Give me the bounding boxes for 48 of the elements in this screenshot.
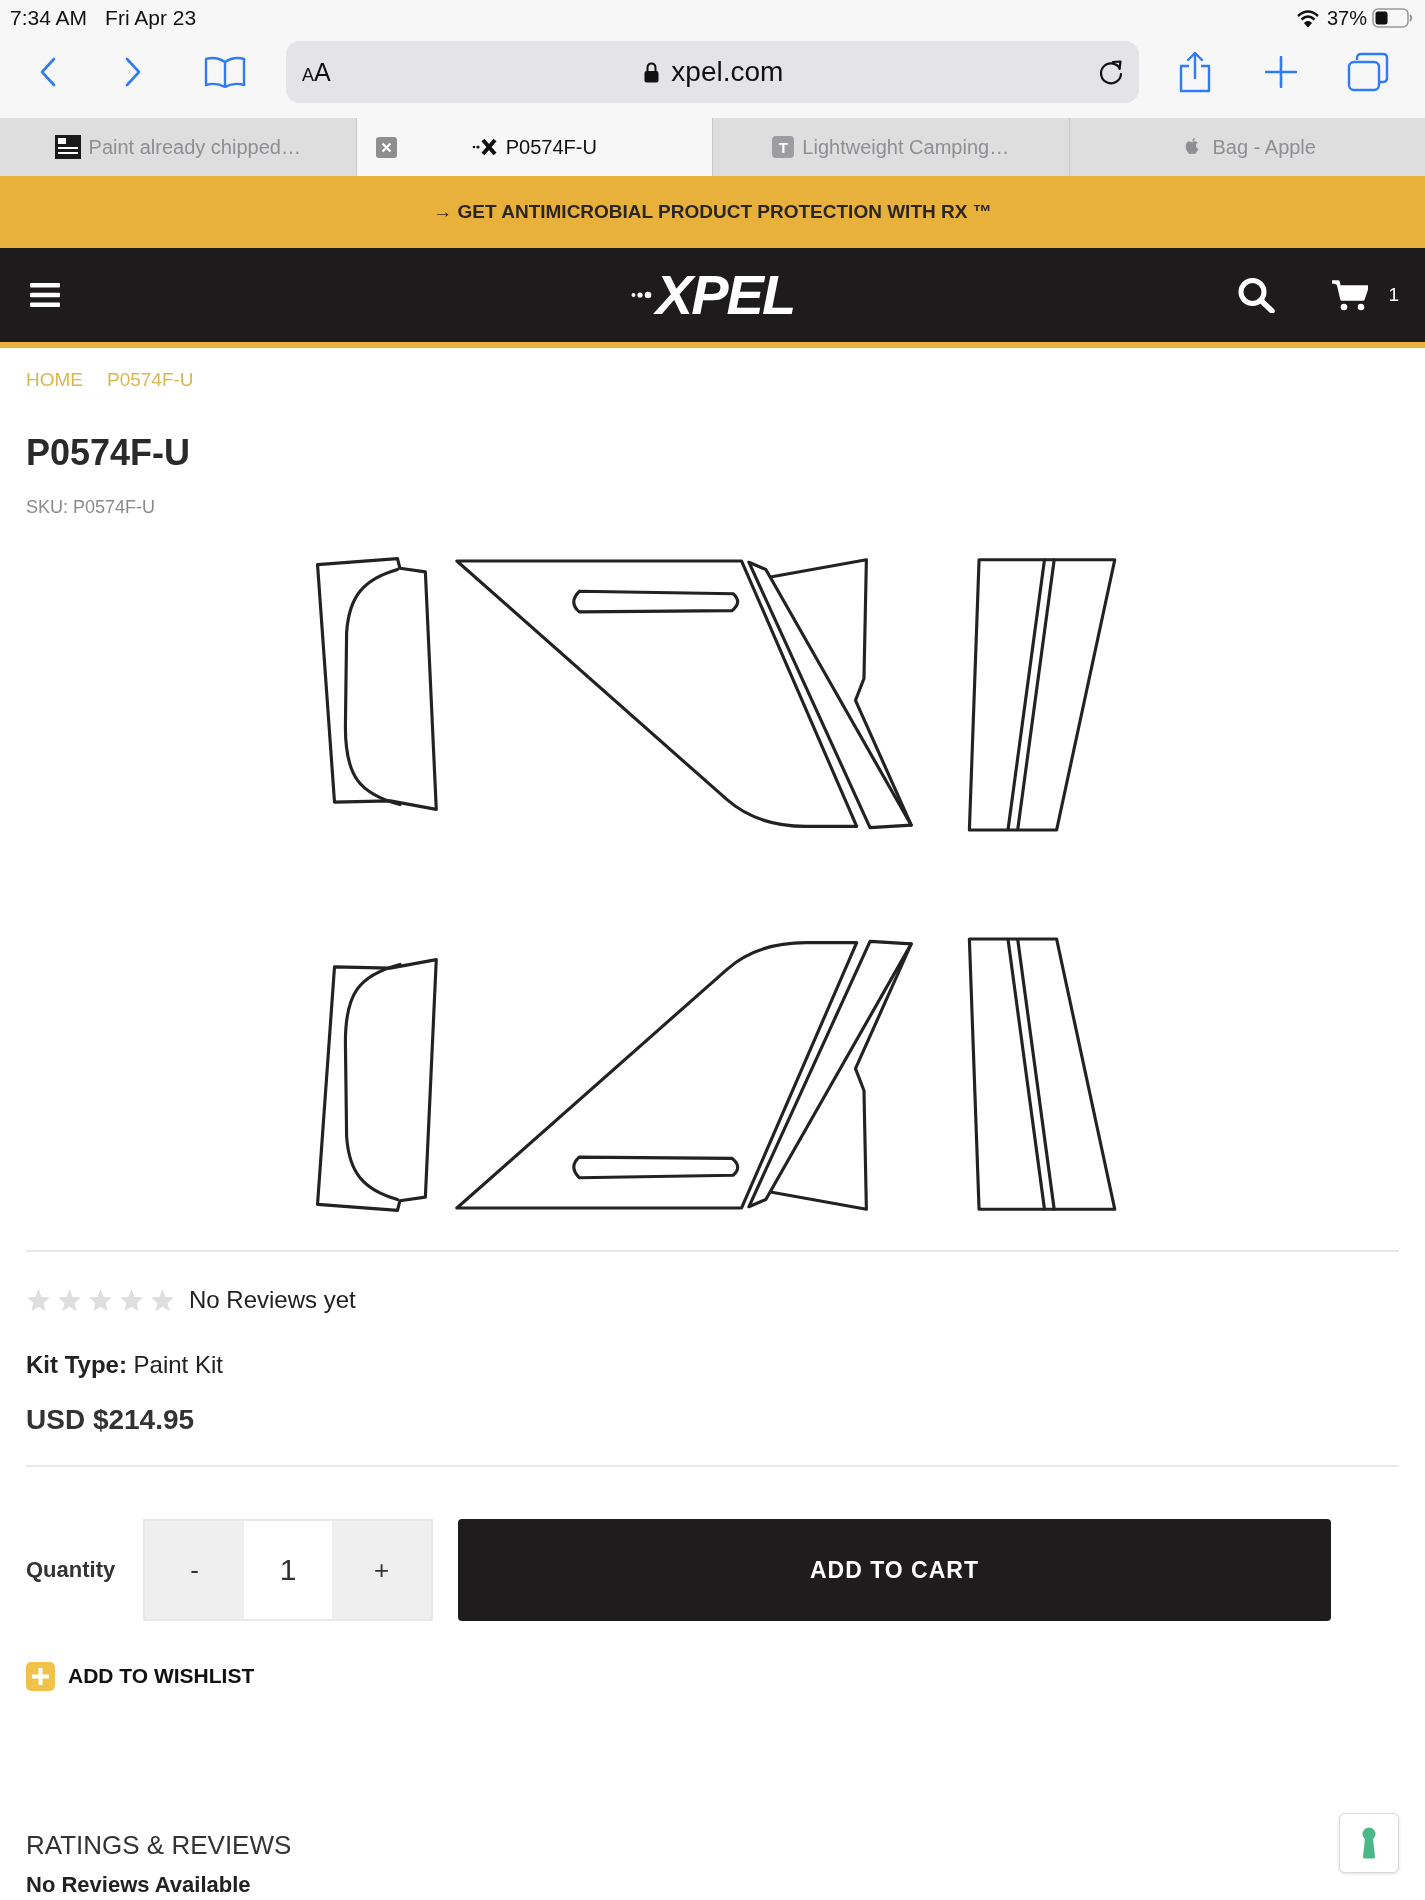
dots-icon [630,291,653,299]
book-icon[interactable] [204,56,246,88]
lock-icon [644,61,660,83]
logo-link[interactable]: XPEL [630,267,795,323]
star-icon [88,1287,113,1313]
wifi-icon [1296,9,1319,27]
star-icon [26,1287,51,1313]
plus-square-icon [26,1661,55,1691]
status-date: Fri Apr 23 [105,6,197,30]
decrement-button[interactable]: - [145,1521,244,1619]
cart-count: 1 [1388,284,1399,306]
quantity-label: Quantity [26,1557,117,1583]
product-title: P0574F-U [26,431,192,475]
search-icon[interactable] [1237,277,1277,313]
address-field[interactable]: AA xpel.com [286,41,1139,103]
promo-banner-link[interactable]: → GET ANTIMICROBIAL PRODUCT PROTECTION WITH RX ™ [0,176,1425,248]
plus-icon[interactable] [1265,56,1297,88]
reload-icon[interactable] [1097,58,1125,86]
striped-tile-icon [54,135,81,159]
url-text: xpel.com [671,56,784,88]
chevron-left-icon[interactable] [40,57,56,87]
feedback-button[interactable] [1339,1813,1399,1873]
close-icon[interactable] [375,136,397,158]
chevron-right-icon[interactable] [125,57,141,87]
no-reviews-text: No Reviews Available [26,1873,251,1897]
product-price: USD $214.95 [26,1403,196,1437]
wishlist-link[interactable]: ADD TO WISHLIST [26,1661,255,1691]
text-size-button[interactable]: AA [302,57,331,87]
reviews-text: No Reviews yet [189,1285,356,1315]
share-icon[interactable] [1178,51,1212,93]
star-icon [57,1287,82,1313]
star-icon [150,1287,175,1313]
kit-type-text: Kit Type: Paint Kit [26,1350,224,1380]
battery-icon [1372,8,1413,28]
cart-icon[interactable] [1332,279,1369,311]
quantity-field[interactable]: 1 [244,1521,332,1619]
battery-percent: 37% [1326,6,1367,30]
status-time: 7:34 AM [10,6,88,30]
add-to-cart-button[interactable]: ADD TO CART [458,1519,1331,1621]
letter-tile: T [772,136,795,158]
browser-tab[interactable]: P0574F-U [355,118,712,176]
tabs-icon[interactable] [1347,52,1389,92]
star-icon [119,1287,144,1313]
increment-button[interactable]: + [332,1521,431,1619]
section-heading: RATINGS & REVIEWS [26,1829,292,1861]
keyhole-icon [1361,1827,1377,1859]
menu-icon[interactable] [30,282,60,308]
product-sku: SKU: P0574F-U [26,496,157,518]
